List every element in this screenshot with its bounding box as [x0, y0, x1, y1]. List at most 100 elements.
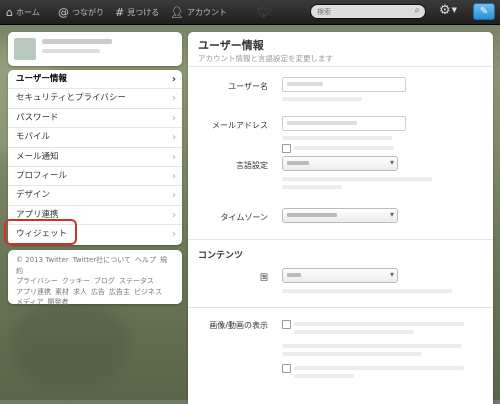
panel-header: ユーザー情報 アカウント情報と言語設定を変更します [188, 32, 493, 67]
chevron-right-icon: › [171, 74, 176, 85]
page-title: ユーザー情報 [198, 39, 264, 52]
footer-link[interactable]: 素材 [55, 288, 69, 296]
country-select[interactable]: ▾ [282, 268, 398, 283]
media-setting-checkbox[interactable] [282, 320, 291, 329]
chevron-right-icon: › [172, 229, 176, 241]
profile-card[interactable] [8, 32, 182, 66]
page-subtitle: アカウント情報と言語設定を変更します [198, 54, 333, 63]
help-text-blurred [294, 322, 464, 326]
footer-link[interactable]: アプリ連携 [16, 288, 51, 296]
chevron-down-icon: ▾ [389, 210, 394, 219]
nav-connect[interactable]: @ つながり [58, 0, 104, 24]
search-input[interactable]: 検索 ⌕ [310, 4, 426, 19]
hashtag-icon: # [115, 5, 125, 19]
footer-link[interactable]: 求人 [73, 288, 87, 296]
help-text-blurred [282, 289, 452, 293]
footer-link[interactable]: クッキー [62, 277, 90, 285]
chevron-right-icon: › [172, 209, 176, 221]
nav-discover[interactable]: # 見つける [115, 0, 159, 24]
compose-tweet-button[interactable]: ✎ [473, 3, 495, 20]
timezone-select[interactable]: ▾ [282, 208, 398, 223]
profile-link-blurred [42, 49, 100, 53]
settings-menu-button[interactable]: ⚙▼ [439, 3, 457, 18]
compose-icon: ✎ [479, 6, 489, 17]
footer-link[interactable]: ステータス [119, 277, 154, 285]
background-blur [10, 300, 130, 390]
menu-item-email-notifications[interactable]: メール通知 › [8, 148, 182, 167]
nav-account[interactable]: 👤︎ アカウント [170, 0, 227, 24]
help-text-blurred [282, 177, 432, 181]
help-text-blurred [294, 330, 414, 334]
highlight-ring [4, 219, 77, 245]
menu-item-mobile[interactable]: モバイル › [8, 128, 182, 148]
gear-icon: ⚙ [439, 3, 451, 18]
timezone-label: タイムゾーン [220, 213, 268, 222]
avatar[interactable] [14, 38, 36, 60]
footer-links: © 2013 Twitter Twitter社について ヘルプ 規約 プライバシー クッ… [8, 250, 182, 306]
person-icon: 👤︎ [170, 5, 184, 19]
nav-connect-label: つながり [72, 7, 104, 17]
username-label: ユーザー名 [228, 82, 268, 91]
footer-copyright: © 2013 Twitter [16, 256, 69, 264]
footer-link[interactable]: 広告主 [109, 288, 130, 296]
menu-item-label: パスワード [16, 112, 59, 123]
footer-link[interactable]: 広告 [91, 288, 105, 296]
chevron-right-icon: › [172, 190, 176, 202]
help-text-blurred [282, 344, 462, 348]
menu-item-label: デザイン [16, 190, 51, 201]
chevron-down-icon: ▾ [389, 270, 394, 279]
field-value-blurred [287, 121, 357, 125]
menu-item-label: メール通知 [16, 151, 59, 162]
search-icon[interactable]: ⌕ [414, 5, 420, 16]
field-value-blurred [287, 82, 323, 86]
media-setting-checkbox[interactable] [282, 364, 291, 373]
nav-discover-label: 見つける [127, 7, 160, 17]
menu-item-password[interactable]: パスワード › [8, 109, 182, 129]
language-label: 言語設定 [236, 161, 268, 170]
footer-link[interactable]: メディア [16, 298, 44, 306]
footer-link[interactable]: Twitter社について [73, 256, 131, 264]
help-text-blurred [282, 352, 422, 356]
chevron-right-icon: › [172, 151, 176, 163]
footer-line-4: メディア 開発者 [16, 297, 174, 308]
search-placeholder: 検索 [317, 8, 331, 16]
menu-item-account[interactable]: ユーザー情報 › [8, 70, 182, 90]
chevron-right-icon: › [172, 132, 176, 144]
help-text-blurred [294, 146, 394, 150]
menu-item-label: モバイル [16, 132, 51, 143]
footer-link[interactable]: ヘルプ [135, 256, 156, 264]
language-select[interactable]: ▾ [282, 156, 398, 171]
menu-item-security[interactable]: セキュリティとプライバシー › [8, 89, 182, 109]
help-text-blurred [294, 366, 464, 370]
footer-link[interactable]: 開発者 [48, 298, 69, 306]
twitter-bird-icon[interactable]: 🐦︎ [257, 5, 272, 19]
menu-item-label: ユーザー情報 [16, 74, 67, 84]
footer-line-2: プライバシー クッキー ブログ ステータス [16, 276, 174, 287]
top-nav-bar: ⌂ ホーム @ つながり # 見つける 👤︎ アカウント 🐦︎ 検索 ⌕ ⚙▼ … [0, 0, 500, 25]
footer-link[interactable]: プライバシー [16, 277, 58, 285]
menu-item-design[interactable]: デザイン › [8, 186, 182, 206]
menu-item-profile[interactable]: プロフィール › [8, 167, 182, 187]
section-divider [188, 307, 493, 308]
country-label: 国 [260, 273, 268, 282]
select-value-blurred [287, 161, 309, 165]
chevron-down-icon: ▼ [451, 6, 458, 14]
footer-link[interactable]: ビジネス [134, 288, 162, 296]
chevron-right-icon: › [172, 112, 176, 124]
chevron-right-icon: › [172, 93, 176, 105]
at-icon: @ [58, 5, 69, 19]
email-discoverable-checkbox[interactable] [282, 144, 291, 153]
username-field[interactable] [282, 77, 406, 92]
footer-link[interactable]: ブログ [94, 277, 115, 285]
nav-home-label: ホーム [15, 7, 40, 17]
account-settings-panel: ユーザー情報 アカウント情報と言語設定を変更します ユーザー名 メールアドレス … [188, 32, 493, 404]
nav-home[interactable]: ⌂ ホーム [6, 0, 40, 24]
menu-item-label: プロフィール [16, 170, 67, 181]
chevron-down-icon: ▾ [389, 158, 394, 167]
content-section-heading: コンテンツ [198, 251, 244, 261]
home-icon: ⌂ [6, 5, 13, 19]
select-value-blurred [287, 273, 301, 277]
email-field[interactable] [282, 116, 406, 131]
menu-item-label: セキュリティとプライバシー [16, 93, 126, 104]
footer-line-3: アプリ連携 素材 求人 広告 広告主 ビジネス [16, 287, 174, 298]
